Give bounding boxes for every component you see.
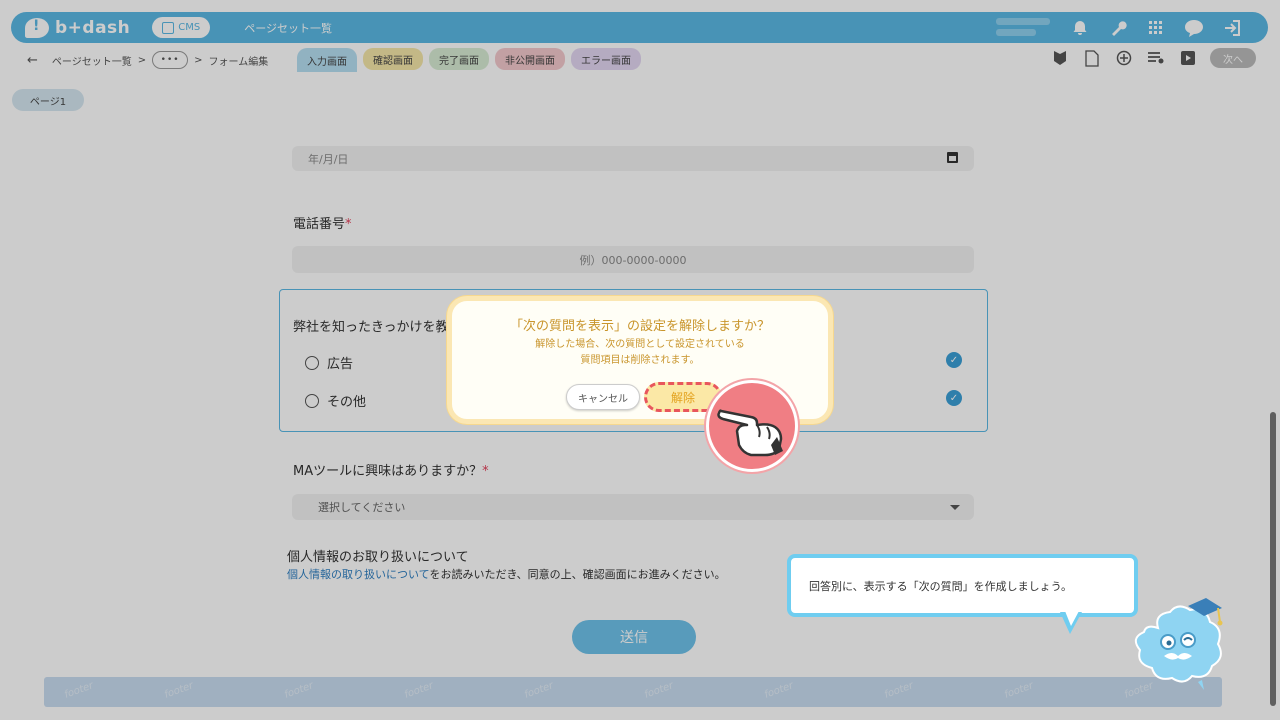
pointing-hand-icon <box>706 380 798 472</box>
dialog-title: 「次の質問を表示」の設定を解除しますか？ <box>509 319 770 334</box>
guide-tooltip: 回答別に、表示する「次の質問」を作成しましょう。 <box>787 554 1138 617</box>
cancel-button[interactable]: キャンセル <box>566 384 640 410</box>
dialog-message: 解除した場合、次の質問として設定されている 質問項目は削除されます。 <box>535 339 745 366</box>
tooltip-text: 回答別に、表示する「次の質問」を作成しましょう。 <box>809 579 1073 593</box>
mascot-icon <box>1128 598 1228 694</box>
